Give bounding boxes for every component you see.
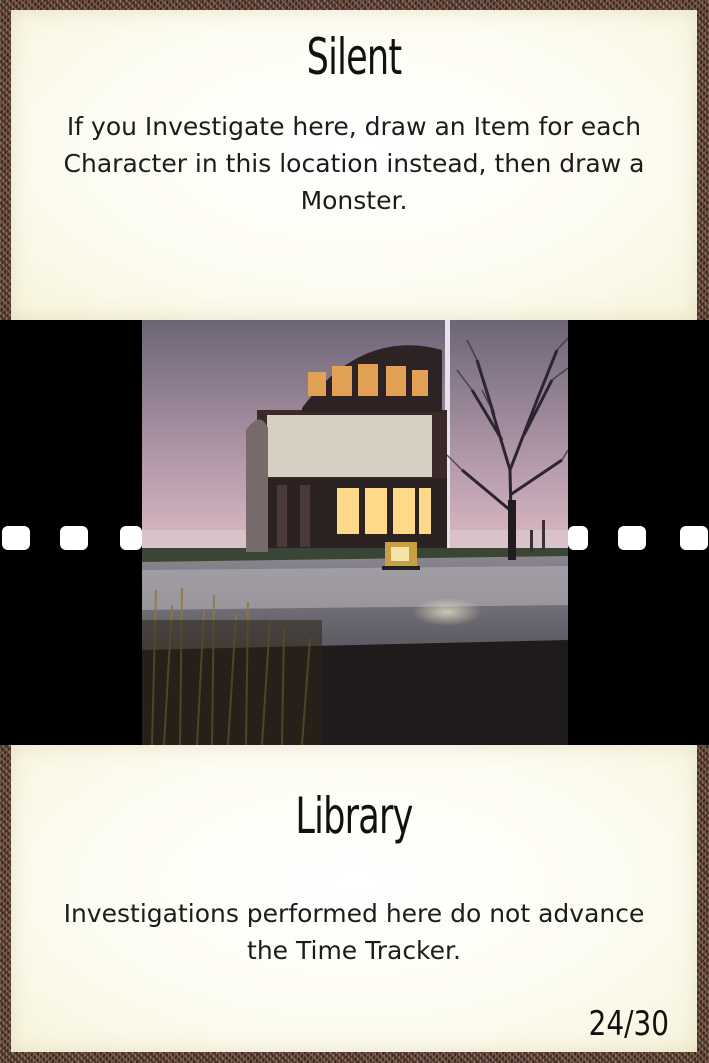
film-hole — [568, 526, 588, 550]
top-panel: Silent If you Investigate here, draw an … — [11, 10, 697, 320]
location-text: Investigations performed here do not adv… — [63, 899, 645, 965]
location-title: Library — [295, 787, 413, 845]
modifier-text: If you Investigate here, draw an Item fo… — [63, 112, 645, 215]
modifier-title: Silent — [306, 28, 402, 86]
film-hole — [60, 526, 88, 550]
film-hole — [120, 526, 142, 550]
card-counter: 24/30 — [588, 1004, 669, 1044]
location-card: Silent If you Investigate here, draw an … — [0, 0, 709, 1063]
bottom-panel: Library Investigations performed here do… — [11, 745, 697, 1052]
location-illustration — [142, 320, 568, 745]
film-hole — [618, 526, 646, 550]
film-hole — [680, 526, 708, 550]
film-hole — [2, 526, 30, 550]
film-strip — [0, 320, 709, 745]
